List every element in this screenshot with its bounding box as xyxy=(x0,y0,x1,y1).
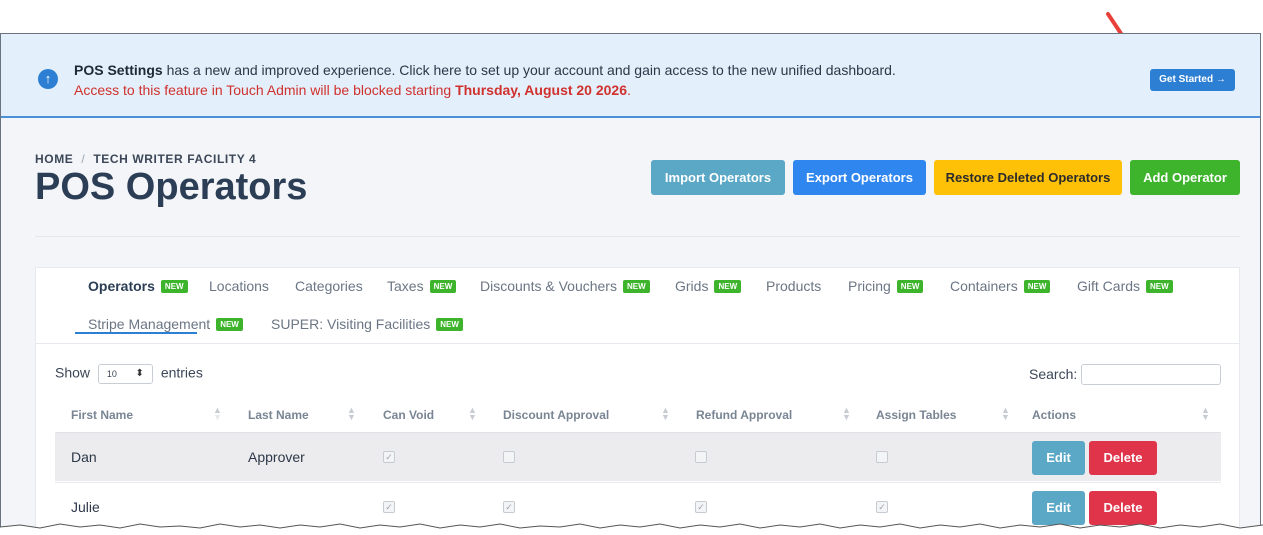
get-started-button[interactable]: Get Started → xyxy=(1150,69,1235,91)
column-header-last-name[interactable]: Last Name xyxy=(248,408,309,422)
tab-operators[interactable]: Operators NEW xyxy=(88,278,188,294)
sort-icon[interactable]: ▲ ▼ xyxy=(347,406,356,422)
tab-locations[interactable]: Locations xyxy=(209,278,269,294)
new-badge: NEW xyxy=(1023,280,1051,293)
column-header-first-name[interactable]: First Name xyxy=(71,408,133,422)
discount-approval-checkbox[interactable] xyxy=(503,451,515,463)
cell-first-name: Julie xyxy=(71,499,100,515)
tab-label: Operators xyxy=(88,278,155,294)
new-badge: NEW xyxy=(622,280,650,293)
banner-warning-prefix: Access to this feature in Touch Admin wi… xyxy=(74,82,456,98)
tab-label: Discounts & Vouchers xyxy=(480,278,617,294)
banner-message: POS Settings has a new and improved expe… xyxy=(74,62,896,78)
tab-label: Grids xyxy=(675,278,709,294)
breadcrumb-separator: / xyxy=(81,152,86,166)
tab-discounts-vouchers[interactable]: Discounts & Vouchers NEW xyxy=(480,278,650,294)
tab-label: Taxes xyxy=(387,278,424,294)
new-badge: NEW xyxy=(160,280,188,293)
new-badge: NEW xyxy=(436,318,463,331)
column-header-can-void[interactable]: Can Void xyxy=(383,408,434,422)
new-badge: NEW xyxy=(896,280,924,293)
can-void-checkbox[interactable]: ✓ xyxy=(383,501,395,513)
sort-icon[interactable]: ▲ ▼ xyxy=(842,406,851,422)
app-window: ↑ POS Settings has a new and improved ex… xyxy=(0,33,1261,535)
banner-warning-date: Thursday, August 20 2026 xyxy=(455,82,628,98)
assign-tables-checkbox[interactable] xyxy=(876,451,888,463)
cell-last-name: Approver xyxy=(248,449,305,465)
show-label: Show xyxy=(55,364,91,381)
tab-label: Categories xyxy=(295,278,363,294)
tab-containers[interactable]: Containers NEW xyxy=(950,278,1051,294)
entries-select[interactable]: 10 ⬍ xyxy=(97,364,153,384)
banner-bold-text: POS Settings xyxy=(74,62,163,78)
active-tab-indicator xyxy=(75,332,197,334)
discount-approval-checkbox[interactable]: ✓ xyxy=(503,501,515,513)
tab-label: Containers xyxy=(950,278,1018,294)
sort-icon[interactable]: ▲ ▼ xyxy=(468,406,477,422)
tab-products[interactable]: Products xyxy=(766,278,821,294)
add-operator-button[interactable]: Add Operator xyxy=(1130,160,1240,195)
entries-label: entries xyxy=(160,364,203,381)
tab-gift-cards[interactable]: Gift Cards NEW xyxy=(1077,278,1173,294)
entries-value: 10 xyxy=(106,369,117,379)
restore-deleted-operators-button[interactable]: Restore Deleted Operators xyxy=(934,160,1122,195)
assign-tables-checkbox[interactable]: ✓ xyxy=(876,501,888,513)
table-row: Dan Approver ✓ Edit Delete xyxy=(55,433,1221,481)
upgrade-banner[interactable]: ↑ POS Settings has a new and improved ex… xyxy=(1,34,1260,118)
new-badge: NEW xyxy=(216,318,243,331)
banner-text: has a new and improved experience. Click… xyxy=(162,62,896,78)
refund-approval-checkbox[interactable] xyxy=(695,451,707,463)
column-header-refund-approval[interactable]: Refund Approval xyxy=(696,408,792,422)
tab-taxes[interactable]: Taxes NEW xyxy=(387,278,457,294)
sort-updown-icon: ⬍ xyxy=(135,368,144,379)
column-header-discount-approval[interactable]: Discount Approval xyxy=(503,408,609,422)
breadcrumb-current: TECH WRITER FACILITY 4 xyxy=(93,152,257,166)
import-operators-button[interactable]: Import Operators xyxy=(651,160,785,195)
banner-warning: Access to this feature in Touch Admin wi… xyxy=(74,82,631,98)
edit-button[interactable]: Edit xyxy=(1032,441,1085,475)
sort-icon[interactable]: ▲ ▼ xyxy=(1001,406,1010,422)
sort-icon[interactable]: ▲ ▼ xyxy=(661,406,670,422)
tab-stripe-management[interactable]: Stripe Management NEW xyxy=(88,316,243,332)
can-void-checkbox[interactable]: ✓ xyxy=(383,451,395,463)
sort-icon[interactable]: ▲ ▼ xyxy=(1201,406,1210,422)
search-input[interactable] xyxy=(1081,364,1221,385)
column-header-actions[interactable]: Actions xyxy=(1032,408,1076,422)
tab-label: SUPER: Visiting Facilities xyxy=(271,316,431,332)
tab-label: Products xyxy=(766,278,822,294)
tab-label: Pricing xyxy=(848,278,891,294)
tab-categories[interactable]: Categories xyxy=(295,278,363,294)
tab-label: Gift Cards xyxy=(1077,278,1141,294)
cell-first-name: Dan xyxy=(71,449,97,465)
breadcrumb-home[interactable]: HOME xyxy=(35,152,73,166)
new-badge: NEW xyxy=(714,280,742,293)
operators-card: Operators NEW Locations Categories Taxes N… xyxy=(35,267,1240,534)
tab-bar: Operators NEW Locations Categories Taxes N… xyxy=(36,268,1239,344)
new-badge: NEW xyxy=(429,280,457,293)
tab-label: Stripe Management xyxy=(88,316,211,332)
tab-label: Locations xyxy=(209,278,269,294)
tab-pricing[interactable]: Pricing NEW xyxy=(848,278,924,294)
new-badge: NEW xyxy=(1146,280,1173,293)
tab-grids[interactable]: Grids NEW xyxy=(675,278,742,294)
banner-warning-suffix: . xyxy=(627,82,631,98)
torn-edge xyxy=(0,523,1263,535)
tab-super-visiting-facilities[interactable]: SUPER: Visiting Facilities NEW xyxy=(271,316,463,332)
page-title: POS Operators xyxy=(35,166,308,208)
entries-control: Show 10 ⬍ entries xyxy=(55,364,203,384)
arrow-up-circle-icon: ↑ xyxy=(38,69,58,89)
breadcrumb: HOME / TECH WRITER FACILITY 4 xyxy=(35,152,256,166)
sort-asc-icon[interactable]: ▲ ▼ xyxy=(213,406,222,422)
search-label: Search: xyxy=(1029,366,1078,382)
column-header-assign-tables[interactable]: Assign Tables xyxy=(876,408,956,422)
refund-approval-checkbox[interactable]: ✓ xyxy=(695,501,707,513)
delete-button[interactable]: Delete xyxy=(1089,441,1157,475)
divider xyxy=(35,236,1240,237)
export-operators-button[interactable]: Export Operators xyxy=(793,160,926,195)
